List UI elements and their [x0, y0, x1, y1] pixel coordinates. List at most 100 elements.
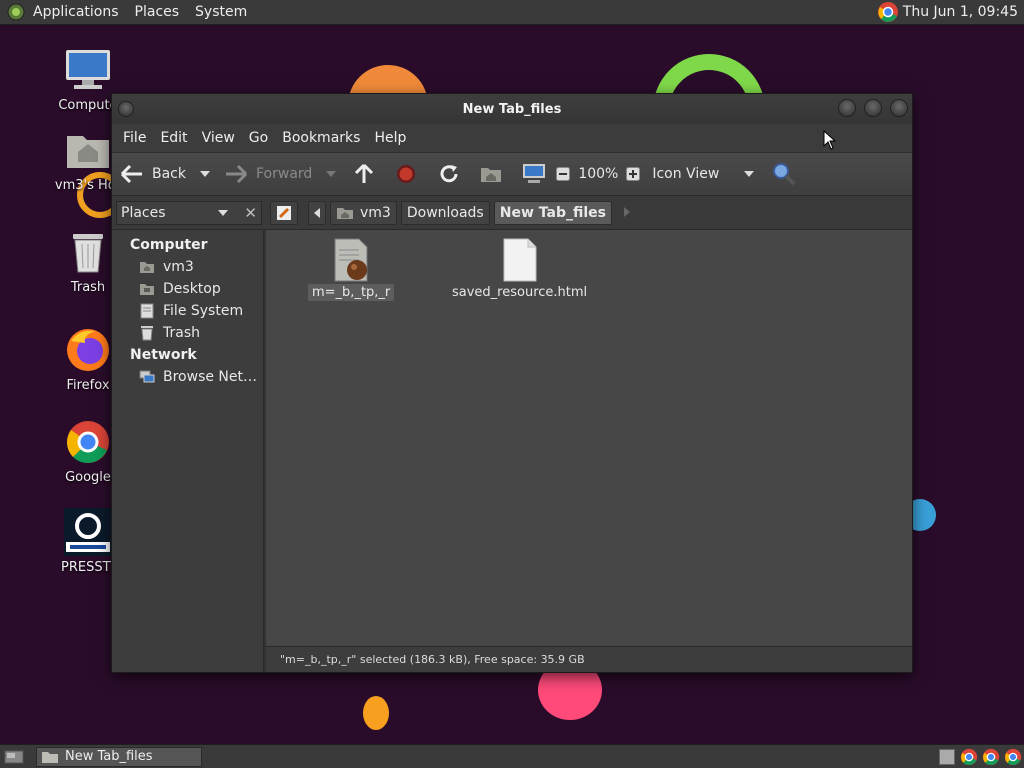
sidebar-item-label: File System — [163, 303, 244, 319]
sidebar-item-browse-network[interactable]: Browse Net… — [112, 366, 263, 388]
firefox-icon — [64, 326, 112, 374]
menu-file[interactable]: File — [116, 130, 153, 146]
breadcrumb-label: vm3 — [360, 204, 391, 221]
applications-menu[interactable]: Applications — [25, 0, 127, 24]
back-history-dropdown[interactable] — [200, 153, 210, 195]
location-bar: Places ✕ vm3 Downloads New Tab_files — [112, 196, 912, 230]
menu-bookmarks[interactable]: Bookmarks — [275, 130, 367, 146]
content-area: Computer vm3 Desktop File System Trash N… — [112, 230, 912, 672]
stop-button[interactable] — [396, 153, 416, 195]
desktop-icon-label: Firefox — [66, 378, 110, 393]
desktop-icon-label: Google — [65, 470, 111, 485]
zoom-in-button[interactable] — [626, 153, 641, 195]
places-selector[interactable]: Places ✕ — [116, 200, 262, 225]
show-desktop-button[interactable] — [3, 748, 25, 766]
chevron-down-icon — [744, 171, 755, 177]
chrome-icon — [1004, 748, 1022, 765]
chrome-icon — [64, 418, 112, 466]
workspace-icon — [939, 748, 955, 765]
back-label: Back — [152, 166, 186, 182]
chevron-down-icon — [218, 209, 229, 216]
status-text: "m=_b,_tp,_r" selected (186.3 kB), Free … — [280, 653, 585, 666]
home-button[interactable] — [480, 153, 502, 195]
breadcrumb-scroll-left[interactable] — [308, 200, 326, 225]
sidebar-item-file-system[interactable]: File System — [112, 300, 263, 322]
search-button[interactable] — [772, 153, 796, 195]
close-button[interactable] — [890, 99, 908, 117]
stop-icon — [397, 165, 416, 183]
chrome-window-button-1[interactable] — [960, 748, 978, 766]
desktop-icon-label: Compute — [58, 98, 118, 113]
menu-view[interactable]: View — [195, 130, 242, 146]
maximize-button[interactable] — [864, 99, 882, 117]
network-icon — [139, 369, 155, 385]
reload-icon — [440, 165, 458, 183]
view-mode-label: Icon View — [652, 166, 720, 182]
breadcrumb: vm3 Downloads New Tab_files — [270, 200, 630, 225]
sidebar-heading-network: Network — [130, 347, 197, 363]
sidebar-item-vm3[interactable]: vm3 — [112, 256, 263, 278]
chevron-down-icon — [326, 171, 337, 177]
zoom-out-icon — [556, 167, 571, 181]
drive-icon — [139, 303, 155, 319]
desktop-icon-label: Trash — [70, 280, 106, 295]
chevron-down-icon — [200, 171, 210, 177]
forward-button[interactable]: Forward — [224, 153, 312, 195]
computer-button[interactable] — [522, 153, 546, 195]
chrome-tray-icon[interactable] — [877, 1, 899, 23]
sidebar-item-label: Trash — [163, 325, 200, 341]
window-titlebar[interactable]: New Tab_files — [112, 94, 912, 124]
toggle-location-entry-button[interactable] — [270, 200, 298, 225]
file-view[interactable]: m=_b,_tp,_r saved_resource.html — [264, 230, 912, 672]
chrome-window-button-3[interactable] — [1004, 748, 1022, 766]
chrome-icon — [982, 748, 1000, 765]
places-label: Places — [121, 204, 166, 221]
menu-go[interactable]: Go — [242, 130, 275, 146]
taskbar-item-new-tab-files[interactable]: New Tab_files — [36, 746, 202, 767]
back-button[interactable]: Back — [120, 153, 186, 195]
reload-button[interactable] — [438, 153, 460, 195]
system-menu[interactable]: System — [187, 0, 255, 24]
file-name: m=_b,_tp,_r — [308, 284, 395, 301]
mouse-cursor-icon — [823, 130, 837, 150]
home-folder-icon — [64, 126, 112, 174]
script-file-icon — [329, 238, 373, 282]
sidebar-item-label: vm3 — [163, 259, 194, 275]
search-icon — [773, 163, 796, 186]
menu-help[interactable]: Help — [367, 130, 413, 146]
forward-history-dropdown[interactable] — [326, 153, 337, 195]
chrome-icon — [960, 748, 978, 765]
presstv-icon — [64, 508, 112, 556]
chrome-window-button-2[interactable] — [982, 748, 1000, 766]
up-button[interactable] — [354, 153, 374, 195]
minimize-button[interactable] — [838, 99, 856, 117]
file-manager-window: New Tab_files File Edit View Go Bookmark… — [111, 93, 913, 673]
computer-icon — [64, 46, 112, 94]
applications-menu-icon[interactable] — [7, 3, 25, 21]
workspace-switcher[interactable] — [938, 748, 956, 766]
forward-label: Forward — [256, 166, 313, 182]
breadcrumb-new-tab-files[interactable]: New Tab_files — [493, 200, 612, 225]
breadcrumb-label: Downloads — [406, 204, 484, 221]
sidebar-item-trash[interactable]: Trash — [112, 322, 263, 344]
file-item[interactable]: saved_resource.html — [448, 238, 591, 301]
breadcrumb-downloads[interactable]: Downloads — [400, 200, 490, 225]
close-sidebar-icon[interactable]: ✕ — [244, 204, 257, 222]
file-item[interactable]: m=_b,_tp,_r — [308, 238, 395, 301]
places-menu[interactable]: Places — [127, 0, 188, 24]
menubar: File Edit View Go Bookmarks Help — [112, 124, 912, 152]
sidebar-item-desktop[interactable]: Desktop — [112, 278, 263, 300]
view-mode-select[interactable]: Icon View — [644, 153, 755, 195]
top-panel: Applications Places System Thu Jun 1, 09… — [0, 0, 1024, 25]
window-menu-button[interactable] — [118, 101, 134, 117]
zoom-out-button[interactable] — [556, 153, 571, 195]
breadcrumb-scroll-right[interactable] — [623, 205, 630, 221]
menu-edit[interactable]: Edit — [153, 130, 194, 146]
html-file-icon — [498, 238, 542, 282]
breadcrumb-vm3[interactable]: vm3 — [330, 200, 397, 225]
show-desktop-icon — [4, 750, 24, 763]
chevron-left-icon — [314, 207, 320, 218]
clock[interactable]: Thu Jun 1, 09:45 — [899, 4, 1020, 20]
sidebar-item-label: Browse Net… — [163, 369, 258, 385]
forward-arrow-icon — [226, 164, 248, 184]
